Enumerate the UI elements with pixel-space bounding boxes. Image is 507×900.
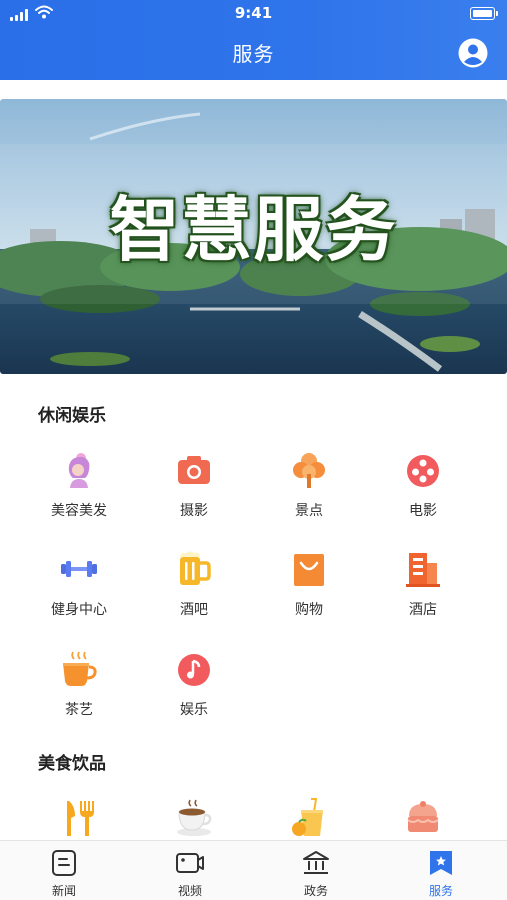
status-bar: 9:41 — [0, 0, 507, 28]
beer-mug-icon — [180, 551, 211, 585]
film-reel-icon — [407, 455, 439, 487]
service-item-entertainment[interactable]: 娱乐 — [139, 649, 249, 719]
tab-label: 政务 — [303, 884, 328, 898]
section-title-food: 美食饮品 — [38, 754, 106, 774]
juice-icon — [292, 798, 323, 836]
service-item-gym[interactable]: 健身中心 — [24, 549, 134, 619]
video-camera-icon — [176, 853, 204, 873]
service-item-hotel[interactable]: 酒店 — [368, 549, 478, 619]
banner[interactable]: 智慧服务 — [0, 99, 507, 374]
service-item-shopping[interactable]: 购物 — [254, 549, 364, 619]
service-item-bar[interactable]: 酒吧 — [139, 549, 249, 619]
app-header: 9:41 服务 — [0, 0, 507, 80]
phone-screen: 9:41 服务 智慧服务 休闲娱乐 美容美发 摄影 景点 电影 健身中心 酒吧 … — [0, 0, 507, 900]
tab-service[interactable]: 服务 — [381, 841, 501, 900]
battery-icon — [470, 7, 498, 20]
service-item-scenic[interactable]: 景点 — [254, 450, 364, 520]
service-label: 酒店 — [409, 602, 437, 618]
cake-icon — [407, 801, 439, 832]
government-building-icon — [303, 851, 329, 874]
banner-title: 智慧服务 — [109, 189, 398, 271]
food-item[interactable] — [368, 798, 478, 838]
food-item[interactable] — [24, 798, 134, 838]
coffee-cup-icon — [177, 799, 212, 836]
tab-label: 服务 — [428, 884, 453, 898]
tab-bar: 新闻 视频 政务 服务 — [0, 840, 507, 900]
service-label: 摄影 — [180, 503, 208, 519]
dumbbell-icon — [61, 561, 97, 577]
food-item[interactable] — [254, 798, 364, 838]
page-title: 服务 — [232, 42, 275, 66]
tab-video[interactable]: 视频 — [130, 841, 250, 900]
service-item-photography[interactable]: 摄影 — [139, 450, 249, 520]
tab-label: 新闻 — [51, 884, 76, 898]
tab-news[interactable]: 新闻 — [4, 841, 124, 900]
service-label: 茶艺 — [65, 702, 93, 718]
tab-label: 视频 — [177, 884, 202, 898]
service-label: 电影 — [409, 503, 437, 519]
tab-government[interactable]: 政务 — [256, 841, 376, 900]
camera-icon — [178, 456, 210, 484]
service-label: 健身中心 — [51, 602, 107, 618]
service-label: 酒吧 — [180, 602, 208, 618]
tea-cup-icon — [63, 651, 97, 686]
status-time: 9:41 — [234, 4, 273, 22]
service-label: 景点 — [295, 503, 323, 519]
fork-knife-icon — [67, 801, 94, 836]
hotel-building-icon — [406, 553, 440, 587]
service-bookmark-icon — [430, 851, 452, 875]
service-label: 娱乐 — [180, 702, 208, 718]
service-item-movie[interactable]: 电影 — [368, 450, 478, 520]
news-icon — [52, 850, 76, 876]
food-item[interactable] — [139, 798, 249, 838]
beauty-salon-icon — [68, 453, 90, 488]
service-label: 美容美发 — [51, 503, 107, 519]
user-profile-icon[interactable] — [457, 37, 489, 69]
tree-icon — [293, 453, 325, 488]
service-label: 购物 — [295, 602, 323, 618]
service-item-tea[interactable]: 茶艺 — [24, 649, 134, 719]
shopping-bag-icon — [294, 554, 324, 586]
section-title-leisure: 休闲娱乐 — [38, 406, 106, 426]
music-note-icon — [178, 654, 210, 686]
service-item-beauty[interactable]: 美容美发 — [24, 450, 134, 520]
